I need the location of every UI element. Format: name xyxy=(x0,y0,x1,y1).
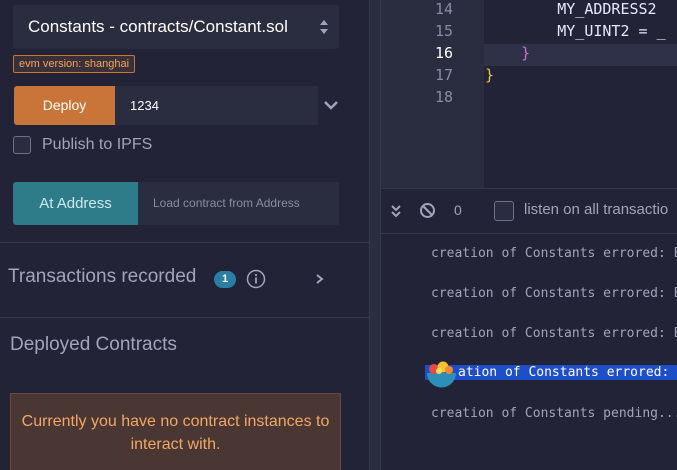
line-number: 17 xyxy=(434,66,453,84)
transactions-count-badge: 1 xyxy=(214,271,236,288)
deploy-button[interactable]: Deploy xyxy=(14,86,115,125)
at-address-button[interactable]: At Address xyxy=(13,182,138,225)
code-line: } xyxy=(485,44,531,62)
log-entry[interactable]: creation of Constants errored: Er xyxy=(431,246,677,261)
publish-ipfs-checkbox[interactable] xyxy=(13,136,31,154)
panel-resize-handle[interactable] xyxy=(369,0,381,470)
publish-ipfs-label: Publish to IPFS xyxy=(42,136,153,153)
clear-console-icon[interactable] xyxy=(419,202,436,219)
line-number: 14 xyxy=(434,0,453,18)
collapse-terminal-icon[interactable] xyxy=(389,203,403,219)
deploy-args-input[interactable]: 1234 xyxy=(115,86,318,125)
chevron-down-icon[interactable] xyxy=(323,98,339,112)
error-fail-icon xyxy=(427,361,456,388)
divider xyxy=(0,242,369,243)
deployed-contracts-label: Deployed Contracts xyxy=(10,334,177,355)
terminal-toolbar: 0 listen on all transactio xyxy=(381,188,677,233)
code-line: } xyxy=(485,66,495,84)
line-number: 18 xyxy=(434,88,453,106)
info-icon[interactable] xyxy=(246,269,266,289)
line-number: 16 xyxy=(434,44,453,62)
contract-select[interactable]: Constants - contracts/Constant.sol xyxy=(13,5,339,49)
select-arrows-icon xyxy=(320,20,328,34)
evm-version-badge: evm version: shanghai xyxy=(13,55,136,73)
log-entry[interactable]: creation of Constants pending... xyxy=(431,406,677,421)
editor-terminal-area: 14 15 16 17 18 MY_ADDRESS2 MY_UINT2 = _ … xyxy=(381,0,677,470)
code-line: MY_UINT2 = _ xyxy=(485,22,666,40)
log-entry[interactable]: creation of Constants errored: Er xyxy=(431,326,677,341)
transactions-recorded-label[interactable]: Transactions recorded xyxy=(8,266,196,288)
divider xyxy=(0,317,369,318)
listen-all-transactions-label: listen on all transactio xyxy=(524,201,669,218)
pending-transactions-count: 0 xyxy=(454,202,462,218)
code-line: MY_ADDRESS2 xyxy=(485,0,666,18)
code-editor[interactable]: 14 15 16 17 18 MY_ADDRESS2 MY_UINT2 = _ … xyxy=(381,0,677,188)
log-entry-selected[interactable]: ation of Constants errored: Er xyxy=(425,365,677,380)
terminal-log: creation of Constants errored: Er creati… xyxy=(381,233,677,470)
address-input[interactable]: Load contract from Address xyxy=(138,182,339,225)
listen-all-checkbox[interactable] xyxy=(494,201,514,221)
contract-select-value: Constants - contracts/Constant.sol xyxy=(28,17,288,36)
log-entry[interactable]: creation of Constants errored: Er xyxy=(431,286,677,301)
chevron-right-icon[interactable] xyxy=(313,272,325,286)
line-number: 15 xyxy=(434,22,453,40)
deploy-run-panel: Constants - contracts/Constant.sol evm v… xyxy=(0,0,369,470)
no-contract-message: Currently you have no contract instances… xyxy=(10,393,341,470)
